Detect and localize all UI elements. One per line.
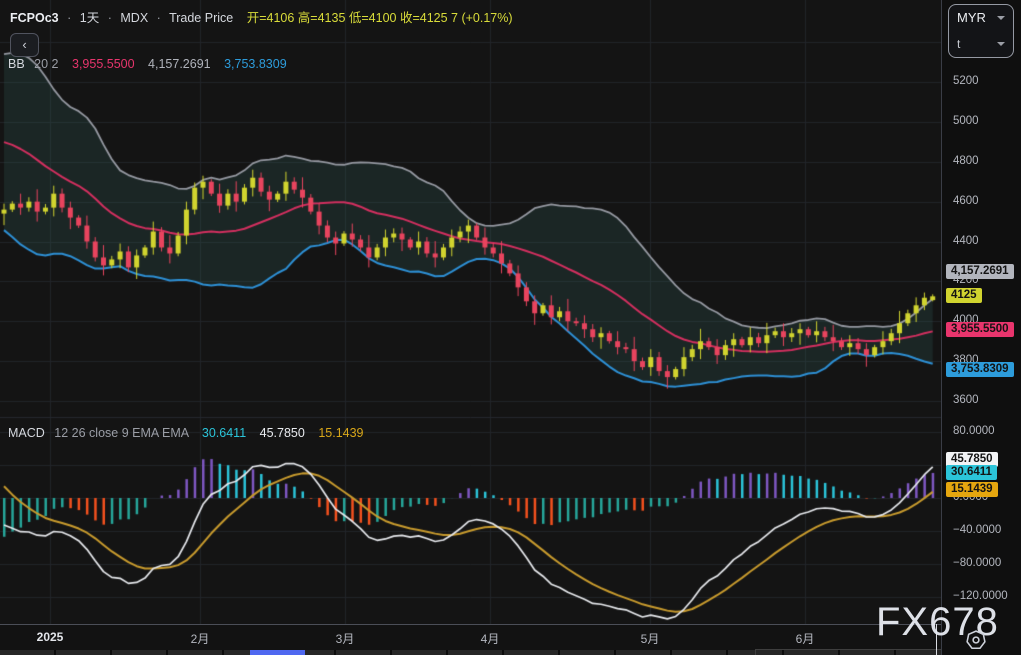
back-button[interactable]: ‹ xyxy=(10,33,39,57)
bb-name: BB xyxy=(8,57,25,71)
time-axis-month-label: 6月 xyxy=(775,630,835,647)
price-tick: 4400 xyxy=(953,235,979,247)
macd-hist-value: 30.6411 xyxy=(202,426,246,440)
macd-tick: −40.0000 xyxy=(953,524,1001,536)
bb-middle-value: 3,955.5500 xyxy=(72,57,135,71)
separator: · xyxy=(108,11,112,25)
symbol-header: FCPOc3 · 1天 · MDX · Trade Price 开=4106 高… xyxy=(10,7,513,26)
back-chevron-icon: ‹ xyxy=(22,37,26,52)
price-badge: 4,157.2691 xyxy=(946,264,1014,279)
time-axis-month-label: 4月 xyxy=(460,630,520,647)
chevron-down-icon xyxy=(997,16,1005,20)
time-axis-year-label: 2025 xyxy=(20,630,80,644)
macd-line-value: 45.7850 xyxy=(260,426,305,440)
bb-indicator-legend[interactable]: BB 20 2 3,955.5500 4,157.2691 3,753.8309 xyxy=(8,57,287,71)
time-axis-month-label: 3月 xyxy=(315,630,375,647)
ohlc-readout: 开=4106 高=4135 低=4100 收=4125 7 (+0.17%) xyxy=(247,11,513,25)
macd-tick: 80.0000 xyxy=(953,425,995,437)
macd-badge: 30.6411 xyxy=(946,465,997,480)
interval-label[interactable]: 1天 xyxy=(80,11,99,25)
unit-dropdown[interactable]: t xyxy=(949,31,1013,57)
currency-value: MYR xyxy=(957,10,986,25)
unit-value: t xyxy=(957,37,960,51)
currency-dropdown[interactable]: MYR xyxy=(949,5,1013,31)
price-badge: 3,753.8309 xyxy=(946,362,1014,377)
price-tick: 5000 xyxy=(953,115,979,127)
separator: · xyxy=(157,11,161,25)
settings-gear-icon[interactable] xyxy=(966,630,986,650)
price-tick: 4600 xyxy=(953,195,979,207)
time-axis[interactable]: 2025 2月 3月 4月 5月 6月 xyxy=(0,624,941,651)
price-chart-canvas[interactable] xyxy=(0,0,941,624)
price-tick: 5200 xyxy=(953,75,979,87)
macd-indicator-legend[interactable]: MACD 12 26 close 9 EMA EMA 30.6411 45.78… xyxy=(8,426,364,440)
price-tick: 3600 xyxy=(953,394,979,406)
macd-badge: 15.1439 xyxy=(946,482,998,497)
time-axis-month-label: 5月 xyxy=(620,630,680,647)
price-axis-pane[interactable]: MYR t 5200500048004600440042004000380036… xyxy=(941,0,1021,655)
macd-name: MACD xyxy=(8,426,45,440)
price-tick: 4800 xyxy=(953,155,979,167)
symbol-name[interactable]: FCPOc3 xyxy=(10,11,59,25)
macd-params: 12 26 close 9 EMA EMA xyxy=(54,426,188,440)
time-axis-month-label: 2月 xyxy=(170,630,230,647)
currency-unit-box: MYR t xyxy=(948,4,1014,58)
macd-tick: −80.0000 xyxy=(953,557,1001,569)
price-badge: 3,955.5500 xyxy=(946,322,1014,337)
series-type-label: Trade Price xyxy=(169,11,233,25)
price-badge: 4125 xyxy=(946,288,982,303)
strip-highlight-segment[interactable] xyxy=(250,650,305,655)
bb-params: 20 2 xyxy=(34,57,58,71)
trading-chart-window: FCPOc3 · 1天 · MDX · Trade Price 开=4106 高… xyxy=(0,0,1021,655)
chevron-down-icon xyxy=(997,42,1005,46)
bb-upper-value: 4,157.2691 xyxy=(148,57,211,71)
exchange-label: MDX xyxy=(120,11,148,25)
bb-lower-value: 3,753.8309 xyxy=(224,57,287,71)
macd-signal-value: 15.1439 xyxy=(318,426,363,440)
separator: · xyxy=(67,11,71,25)
